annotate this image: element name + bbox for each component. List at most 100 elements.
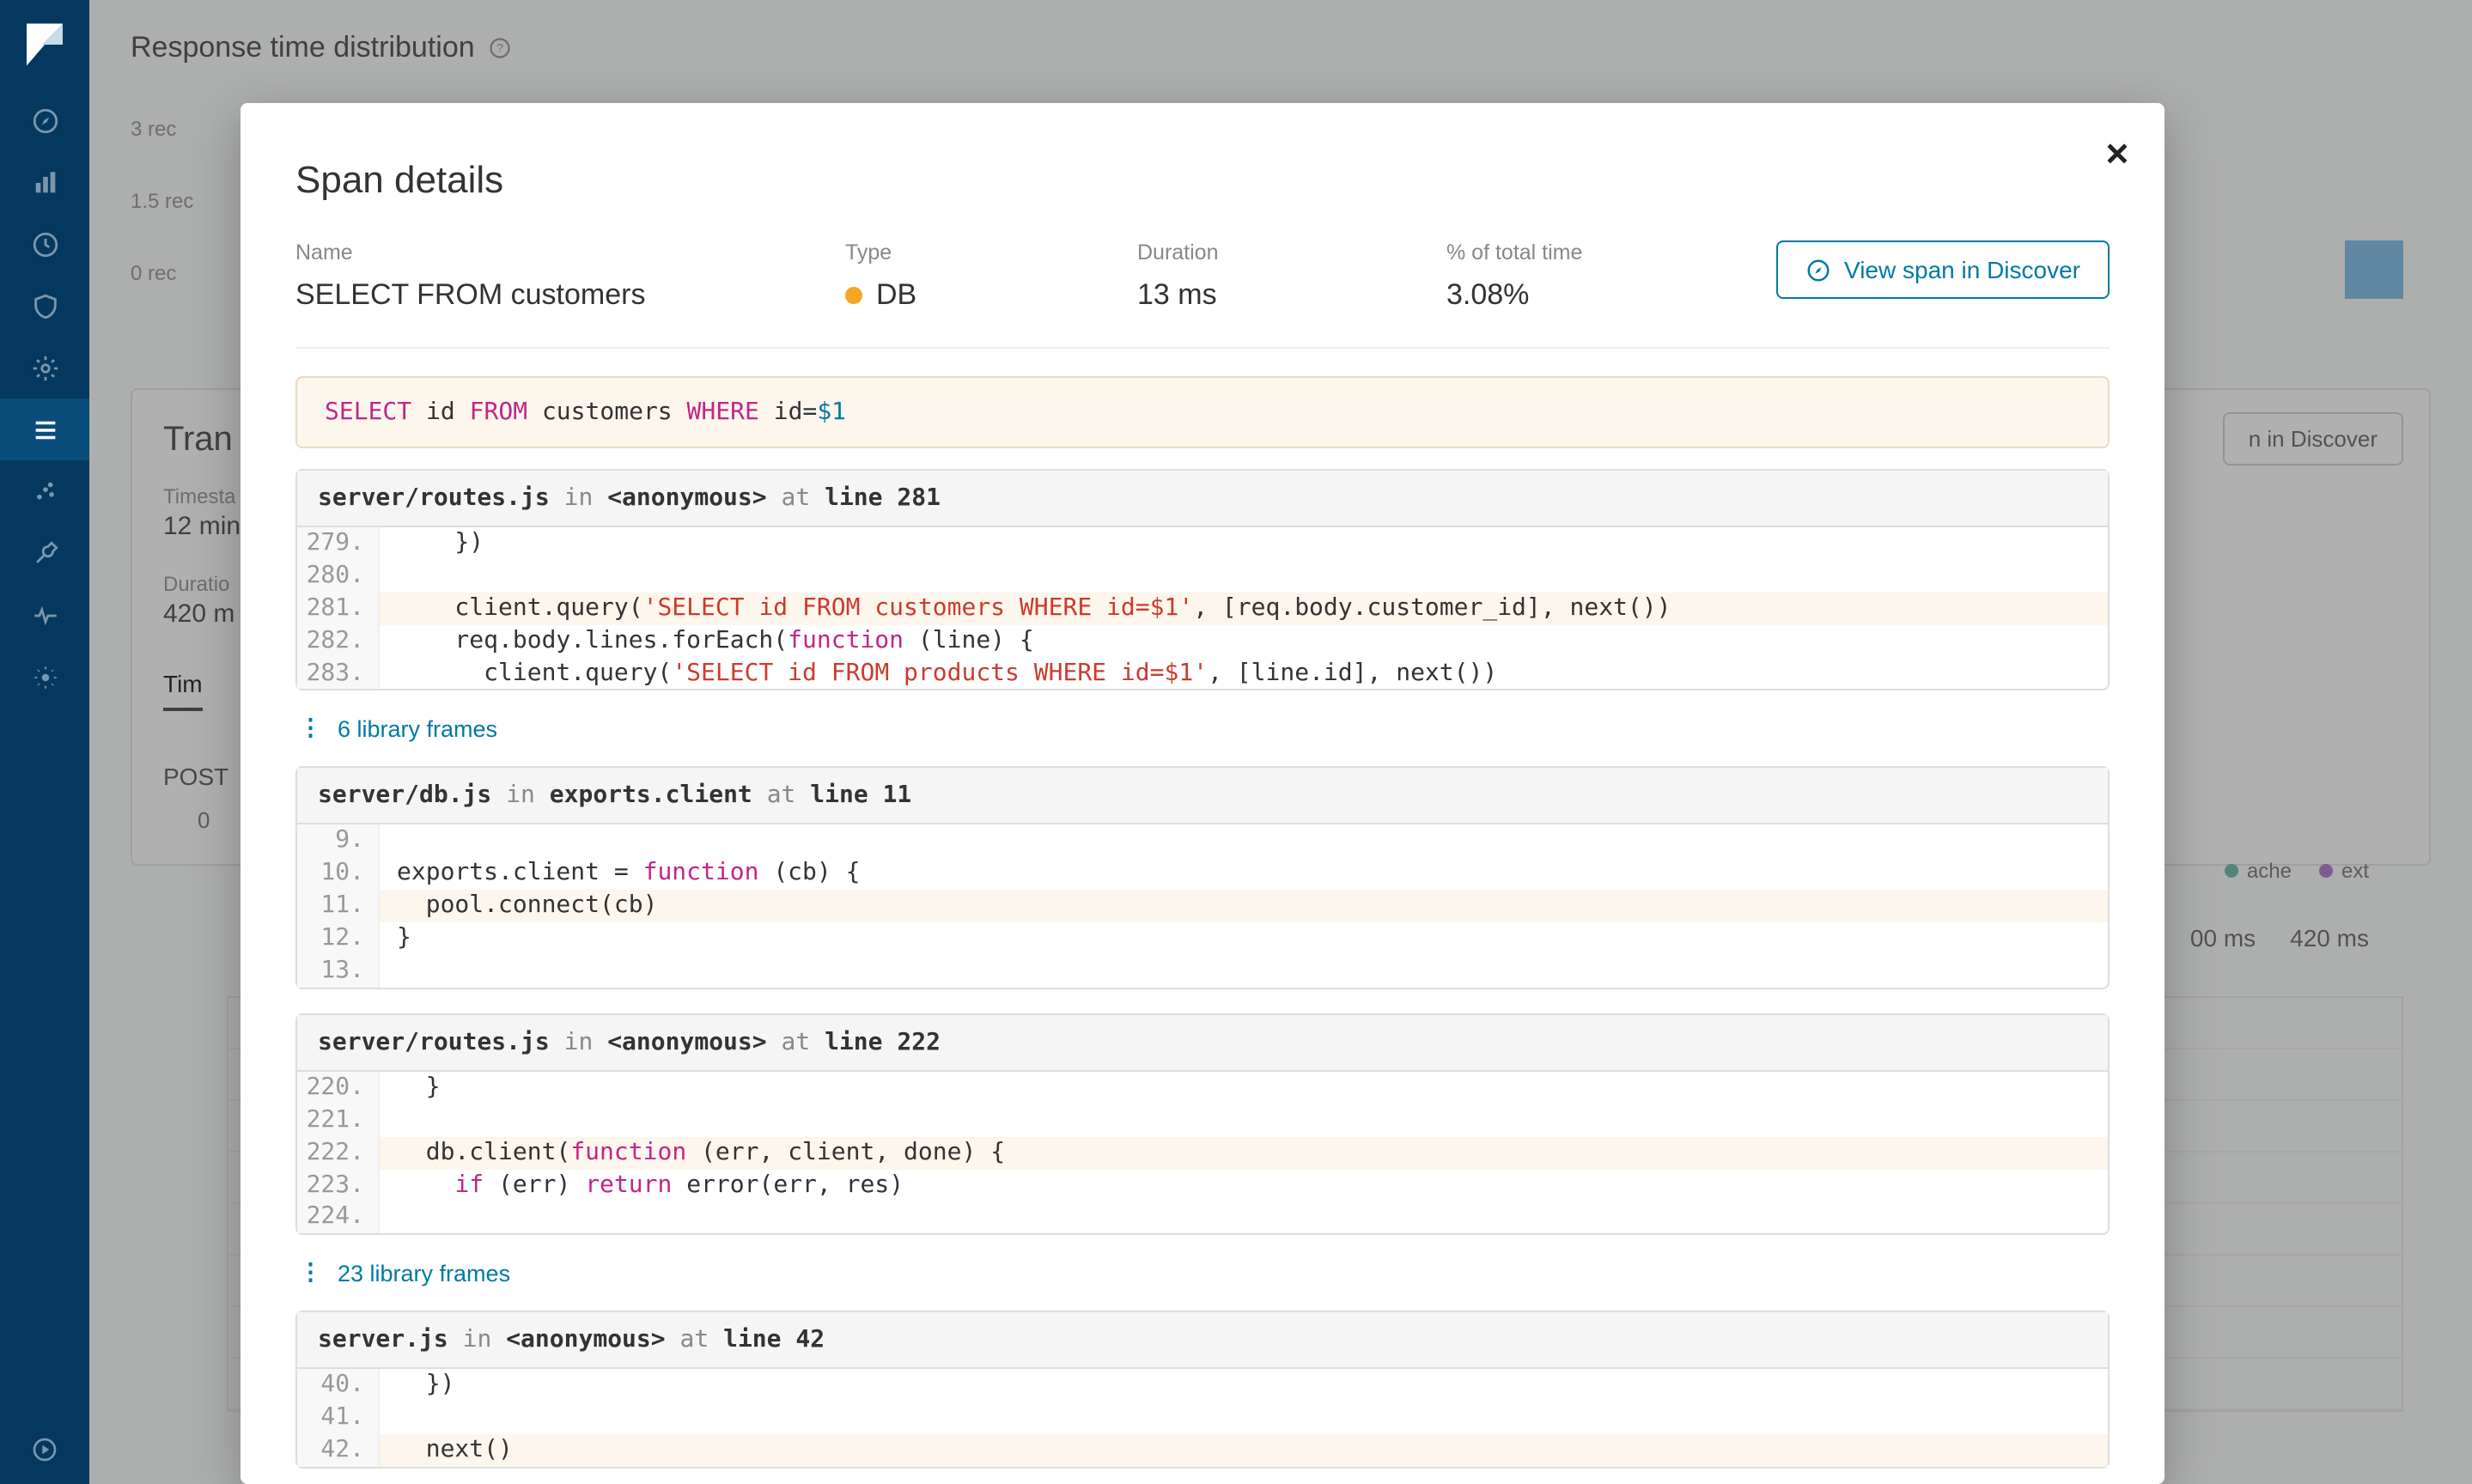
line-number: 13. bbox=[297, 955, 380, 988]
line-number: 282. bbox=[297, 624, 380, 657]
code-line: 224. bbox=[297, 1201, 2108, 1234]
field-value: 13 ms bbox=[1137, 278, 1378, 313]
field-label: % of total time bbox=[1446, 240, 1687, 265]
stack-frame-header: server/routes.js in <anonymous> at line … bbox=[297, 1015, 2108, 1072]
shield-icon bbox=[30, 291, 59, 320]
sql-statement: SELECT id FROM customers WHERE id=$1 bbox=[295, 376, 2110, 448]
settings-icon bbox=[30, 662, 59, 691]
line-number: 224. bbox=[297, 1201, 380, 1234]
stack-frame: server/routes.js in <anonymous> at line … bbox=[295, 1013, 2110, 1236]
line-number: 10. bbox=[297, 858, 380, 891]
line-code: db.client(function (err, client, done) { bbox=[380, 1136, 1005, 1169]
line-code: req.body.lines.forEach(function (line) { bbox=[380, 624, 1034, 657]
field-type: Type DB bbox=[845, 240, 1069, 313]
stack-frame: server/db.js in exports.client at line 1… bbox=[295, 767, 2110, 989]
type-dot-icon bbox=[845, 287, 862, 304]
line-number: 40. bbox=[297, 1370, 380, 1402]
line-number: 281. bbox=[297, 593, 380, 625]
line-number: 12. bbox=[297, 922, 380, 955]
line-number: 283. bbox=[297, 657, 380, 690]
line-number: 220. bbox=[297, 1072, 380, 1104]
scatter-icon bbox=[30, 477, 59, 506]
sidebar-item-gear-outline[interactable] bbox=[0, 337, 89, 398]
field-label: Name bbox=[295, 240, 776, 265]
line-code bbox=[380, 1201, 397, 1234]
line-code: if (err) return error(err, res) bbox=[380, 1169, 904, 1201]
line-number: 11. bbox=[297, 890, 380, 922]
code-line: 223. if (err) return error(err, res) bbox=[297, 1169, 2108, 1201]
code-line: 280. bbox=[297, 560, 2108, 593]
modal-title: Span details bbox=[295, 158, 2110, 203]
sidebar-item-wrench[interactable] bbox=[0, 522, 89, 584]
line-code bbox=[380, 955, 397, 988]
code-line: 10.exports.client = function (cb) { bbox=[297, 858, 2108, 891]
compass-icon bbox=[1805, 257, 1830, 283]
line-code bbox=[380, 1104, 397, 1137]
code-line: 279. }) bbox=[297, 527, 2108, 560]
code-line: 220. } bbox=[297, 1072, 2108, 1104]
sidebar-item-clock[interactable] bbox=[0, 213, 89, 275]
stack-frame-header: server.js in <anonymous> at line 42 bbox=[297, 1313, 2108, 1370]
sidebar-item-compass[interactable] bbox=[0, 89, 89, 151]
code-line: 283. client.query('SELECT id FROM produc… bbox=[297, 657, 2108, 690]
bar-chart-icon bbox=[30, 167, 59, 197]
line-code: } bbox=[380, 922, 411, 955]
line-number: 42. bbox=[297, 1434, 380, 1467]
field-name: Name SELECT FROM customers bbox=[295, 240, 776, 313]
line-number: 221. bbox=[297, 1104, 380, 1137]
line-number: 9. bbox=[297, 825, 380, 858]
library-frames-toggle[interactable]: ⋮ 23 library frames bbox=[299, 1260, 2110, 1287]
field-label: Type bbox=[845, 240, 1069, 265]
sidebar-item-bar-chart[interactable] bbox=[0, 151, 89, 213]
line-code: exports.client = function (cb) { bbox=[380, 858, 861, 891]
code-line: 12.} bbox=[297, 922, 2108, 955]
sidebar-item-heartbeat[interactable] bbox=[0, 584, 89, 646]
list-icon bbox=[30, 415, 59, 444]
line-number: 280. bbox=[297, 560, 380, 593]
code-line: 41. bbox=[297, 1402, 2108, 1435]
heartbeat-icon bbox=[30, 600, 59, 629]
code-line: 281. client.query('SELECT id FROM custom… bbox=[297, 593, 2108, 625]
line-code: client.query('SELECT id FROM products WH… bbox=[380, 657, 1497, 690]
gear-outline-icon bbox=[30, 353, 59, 382]
line-number: 222. bbox=[297, 1136, 380, 1169]
span-details-modal: ✕ Span details Name SELECT FROM customer… bbox=[241, 103, 2165, 1484]
line-code: pool.connect(cb) bbox=[380, 890, 657, 922]
sidebar-item-shield[interactable] bbox=[0, 275, 89, 337]
line-code: next() bbox=[380, 1434, 513, 1467]
sidebar-item-scatter[interactable] bbox=[0, 460, 89, 522]
line-code: } bbox=[380, 1072, 441, 1104]
ellipsis-icon: ⋮ bbox=[299, 1260, 324, 1287]
view-span-in-discover-button[interactable]: View span in Discover bbox=[1775, 240, 2110, 299]
line-number: 279. bbox=[297, 527, 380, 560]
field-duration: Duration 13 ms bbox=[1137, 240, 1378, 313]
field-value: DB bbox=[876, 278, 916, 313]
code-line: 282. req.body.lines.forEach(function (li… bbox=[297, 624, 2108, 657]
field-label: Duration bbox=[1137, 240, 1378, 265]
code-line: 13. bbox=[297, 955, 2108, 988]
compass-icon bbox=[30, 106, 59, 135]
kibana-logo[interactable] bbox=[0, 0, 89, 89]
code-line: 11. pool.connect(cb) bbox=[297, 890, 2108, 922]
field-value: 3.08% bbox=[1446, 278, 1687, 313]
sidebar-item-list[interactable] bbox=[0, 398, 89, 460]
line-code: client.query('SELECT id FROM customers W… bbox=[380, 593, 1671, 625]
close-icon[interactable]: ✕ bbox=[2104, 137, 2130, 173]
line-code: }) bbox=[380, 527, 484, 560]
code-line: 40. }) bbox=[297, 1370, 2108, 1402]
stack-frame: server.js in <anonymous> at line 4240. }… bbox=[295, 1311, 2110, 1469]
library-frames-toggle[interactable]: ⋮ 6 library frames bbox=[299, 715, 2110, 743]
app-sidebar bbox=[0, 0, 89, 1484]
stack-frame: server/routes.js in <anonymous> at line … bbox=[295, 469, 2110, 691]
code-line: 42. next() bbox=[297, 1434, 2108, 1467]
stack-frame-header: server/db.js in exports.client at line 1… bbox=[297, 769, 2108, 825]
sidebar-item-settings[interactable] bbox=[0, 646, 89, 708]
clock-icon bbox=[30, 229, 59, 258]
line-code bbox=[380, 560, 397, 593]
code-line: 222. db.client(function (err, client, do… bbox=[297, 1136, 2108, 1169]
code-line: 9. bbox=[297, 825, 2108, 858]
line-number: 41. bbox=[297, 1402, 380, 1435]
button-label: View span in Discover bbox=[1844, 256, 2080, 283]
field-pct: % of total time 3.08% bbox=[1446, 240, 1687, 313]
collapse-sidebar-icon[interactable] bbox=[0, 1415, 89, 1484]
